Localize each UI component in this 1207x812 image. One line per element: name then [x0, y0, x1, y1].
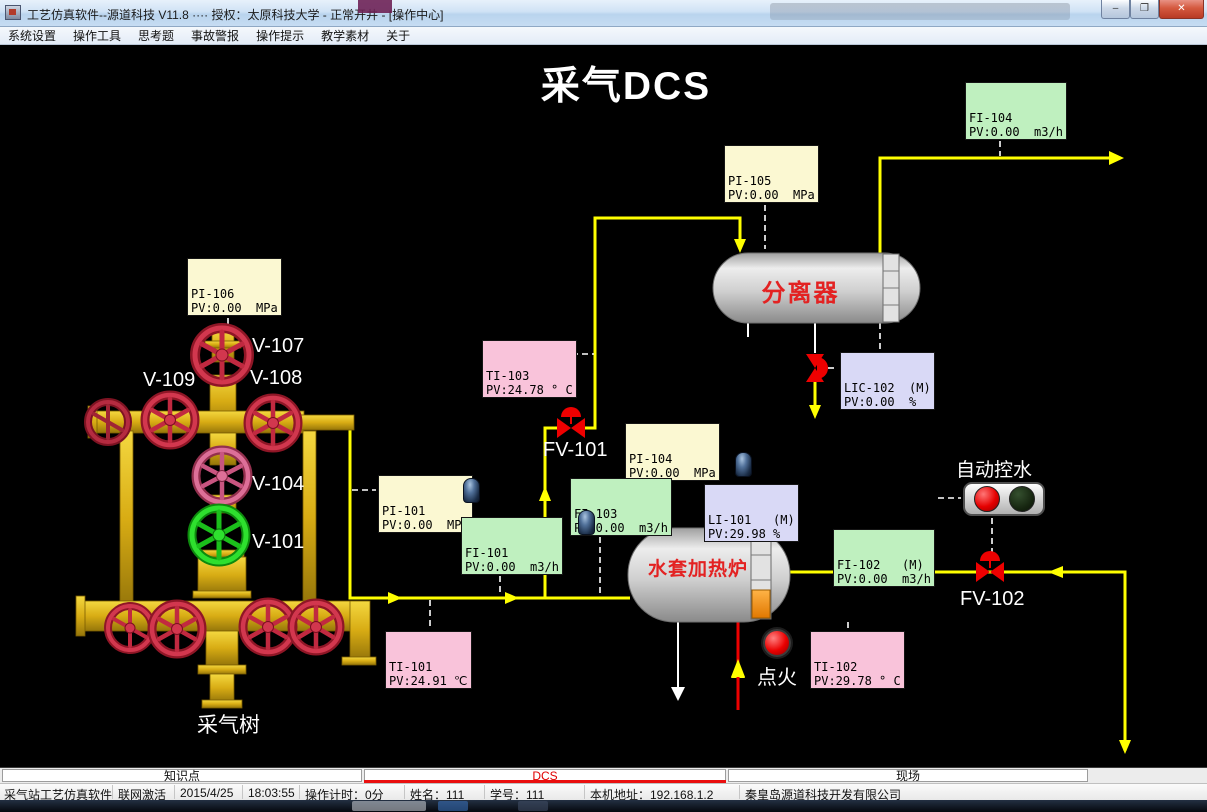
- alarm-lamp-icon: [578, 510, 595, 535]
- dcs-canvas: 采气DCS: [0, 45, 1207, 767]
- background-window-artifact: [358, 0, 392, 13]
- label-v104: V-104: [252, 473, 304, 496]
- menu-item-operation-tools[interactable]: 操作工具: [73, 27, 121, 44]
- tab-knowledge[interactable]: 知识点: [2, 769, 362, 782]
- application-window: 工艺仿真软件--源道科技 V11.8 ···· 授权：太原科技大学 - 正常开井…: [0, 0, 1207, 812]
- window-controls: – ❐ ✕: [1101, 0, 1204, 19]
- tab-bar: 知识点 DCS 现场: [0, 767, 1207, 783]
- ignite-label: 点火: [757, 661, 797, 690]
- instrument-tag-fi102[interactable]: FI-102 (M)PV:0.00 m3/h: [833, 529, 935, 587]
- label-fv102: FV-102: [960, 588, 1024, 611]
- ignite-button[interactable]: [763, 629, 791, 657]
- taskbar-icon: [438, 801, 468, 811]
- instrument-tag-pi104: PI-104PV:0.00 MPa: [625, 423, 720, 481]
- instrument-tag-pi101: PI-101PV:0.00 MPa: [378, 475, 473, 533]
- instrument-tag-ti102: TI-102PV:29.78 ° C: [810, 631, 905, 689]
- menu-item-about[interactable]: 关于: [386, 27, 410, 44]
- auto-water-label: 自动控水: [956, 455, 1032, 482]
- heater-label: 水套加热炉: [633, 554, 763, 581]
- instrument-tag-lic102[interactable]: LIC-102 (M)PV:0.00 %: [840, 352, 935, 410]
- valve-v107-handwheel[interactable]: [195, 328, 249, 382]
- instrument-tag-pi106: PI-106PV:0.00 MPa: [187, 258, 282, 316]
- tree-label: 采气树: [197, 709, 260, 739]
- alarm-lamp-icon: [463, 478, 480, 503]
- green-lamp-off: [1009, 486, 1035, 512]
- menu-item-teaching-material[interactable]: 教学素材: [321, 27, 369, 44]
- alarm-lamp-icon: [735, 452, 752, 477]
- separator-label: 分离器: [713, 273, 888, 308]
- valve-v104-handwheel[interactable]: [196, 450, 248, 502]
- close-button[interactable]: ✕: [1159, 0, 1204, 19]
- instrument-tag-fi101: FI-101PV:0.00 m3/h: [461, 517, 563, 575]
- instrument-tag-ti101: TI-101PV:24.91 ℃: [385, 631, 472, 689]
- ignition-flow-arrow: [731, 659, 745, 677]
- auto-water-indicator[interactable]: [963, 482, 1045, 516]
- control-valve-fv102[interactable]: [976, 551, 1004, 582]
- label-v108: V-108: [250, 367, 302, 390]
- control-valve-lic102[interactable]: [806, 354, 828, 382]
- app-icon: [5, 5, 21, 20]
- label-fv101: FV-101: [543, 439, 607, 462]
- taskbar-icon: [352, 801, 426, 811]
- maximize-button[interactable]: ❐: [1130, 0, 1159, 19]
- label-v107: V-107: [252, 335, 304, 358]
- menu-item-system-settings[interactable]: 系统设置: [8, 27, 56, 44]
- wellhead-tree: [76, 328, 376, 708]
- menu-item-accident-alarm[interactable]: 事故警报: [191, 27, 239, 44]
- red-lamp-on: [974, 486, 1000, 512]
- title-bar: 工艺仿真软件--源道科技 V11.8 ···· 授权：太原科技大学 - 正常开井…: [0, 0, 1207, 27]
- instrument-tag-li101[interactable]: LI-101 (M)PV:29.98 %: [704, 484, 799, 542]
- instrument-tag-ti103: TI-103PV:24.78 ° C: [482, 340, 577, 398]
- menu-item-questions[interactable]: 思考题: [138, 27, 174, 44]
- taskbar-icon: [518, 801, 548, 811]
- instrument-tag-fi104: FI-104PV:0.00 m3/h: [965, 82, 1067, 140]
- drain-arrow: [671, 687, 685, 701]
- status-date: 2015/4/25: [180, 786, 233, 800]
- piping-diagram: [0, 45, 1207, 767]
- os-taskbar-edge: [0, 800, 1207, 812]
- status-time: 18:03:55: [248, 786, 295, 800]
- valve-v101-handwheel[interactable]: [192, 508, 246, 562]
- background-window-artifact: [770, 3, 1070, 20]
- minimize-button[interactable]: –: [1101, 0, 1130, 19]
- control-valve-fv101[interactable]: [557, 407, 585, 438]
- heater-level-gauge: [752, 590, 770, 618]
- menu-bar: 系统设置 操作工具 思考题 事故警报 操作提示 教学素材 关于: [0, 27, 1207, 45]
- tab-site[interactable]: 现场: [728, 769, 1088, 782]
- label-v109: V-109: [143, 369, 195, 392]
- status-bar: 采气站工艺仿真软件 联网激活 2015/4/25 18:03:55 操作计时：0…: [0, 783, 1207, 800]
- menu-item-operation-tips[interactable]: 操作提示: [256, 27, 304, 44]
- instrument-tag-pi105: PI-105PV:0.00 MPa: [724, 145, 819, 203]
- label-v101: V-101: [252, 531, 304, 554]
